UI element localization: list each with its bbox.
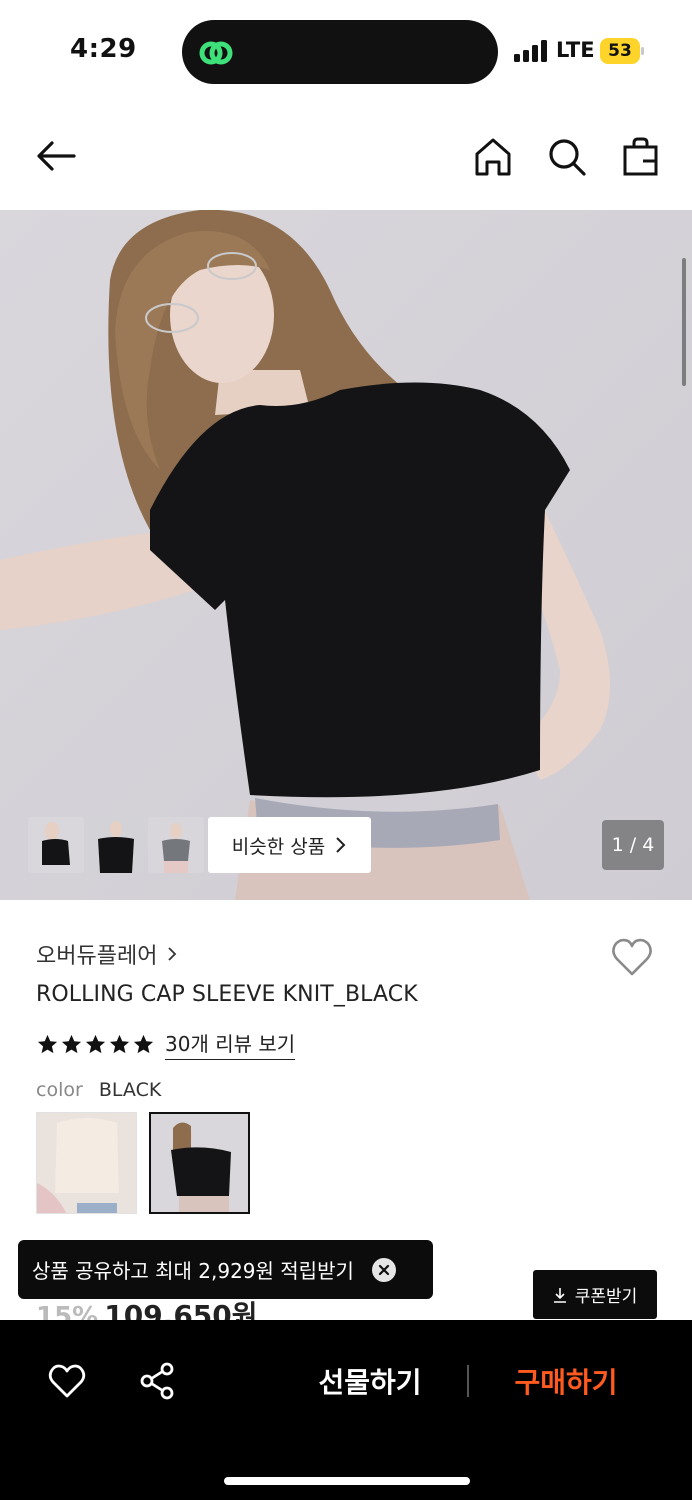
similar-products-button[interactable]: 비슷한 상품 bbox=[208, 817, 371, 873]
star-icon bbox=[61, 1034, 82, 1053]
status-time: 4:29 bbox=[70, 34, 137, 64]
chevron-right-icon bbox=[168, 947, 177, 961]
home-icon[interactable] bbox=[471, 135, 515, 179]
brand-link[interactable]: 오버듀플레어 bbox=[36, 938, 177, 970]
scroll-indicator[interactable] bbox=[682, 258, 686, 386]
thumbnail-2[interactable] bbox=[88, 817, 144, 873]
gift-button[interactable]: 선물하기 bbox=[300, 1350, 440, 1412]
bar-divider bbox=[467, 1365, 469, 1397]
star-icon bbox=[37, 1034, 58, 1053]
close-icon[interactable] bbox=[371, 1257, 396, 1282]
thumbnail-strip bbox=[28, 817, 204, 873]
product-title: ROLLING CAP SLEEVE KNIT_BLACK bbox=[36, 982, 418, 1007]
download-icon bbox=[553, 1287, 566, 1303]
heart-icon[interactable] bbox=[47, 1361, 87, 1401]
shopping-bag-icon[interactable] bbox=[619, 135, 663, 179]
thumbnail-3[interactable] bbox=[148, 817, 204, 873]
review-link[interactable]: 30개 리뷰 보기 bbox=[165, 1028, 296, 1060]
color-label: color bbox=[36, 1079, 83, 1101]
battery-level: 53 bbox=[600, 38, 640, 64]
swatch-black[interactable] bbox=[149, 1112, 250, 1214]
network-label: LTE bbox=[556, 38, 595, 62]
color-row: color BLACK bbox=[36, 1079, 161, 1101]
dynamic-island bbox=[182, 20, 498, 84]
image-pager: 1 / 4 bbox=[602, 820, 664, 870]
battery-icon: 53 bbox=[600, 38, 644, 64]
back-arrow-icon[interactable] bbox=[34, 134, 78, 178]
home-indicator[interactable] bbox=[224, 1477, 470, 1485]
product-photo bbox=[0, 210, 692, 900]
share-reward-toast: 상품 공유하고 최대 2,929원 적립받기 bbox=[18, 1240, 433, 1299]
signal-icon bbox=[514, 40, 547, 62]
toast-message: 상품 공유하고 최대 2,929원 적립받기 bbox=[32, 1259, 354, 1283]
buy-button[interactable]: 구매하기 bbox=[496, 1350, 636, 1412]
search-icon[interactable] bbox=[545, 135, 589, 179]
color-swatches bbox=[36, 1112, 250, 1214]
rating-row: 30개 리뷰 보기 bbox=[36, 1028, 296, 1060]
link-app-icon bbox=[199, 41, 233, 65]
battery-tip bbox=[641, 47, 644, 55]
star-icon bbox=[133, 1034, 154, 1053]
top-nav bbox=[0, 110, 692, 210]
thumbnail-1[interactable] bbox=[28, 817, 84, 873]
status-bar: 4:29 LTE 53 bbox=[0, 0, 692, 100]
swatch-cream[interactable] bbox=[36, 1112, 137, 1214]
chevron-right-icon bbox=[336, 837, 346, 853]
brand-name: 오버듀플레어 bbox=[36, 944, 158, 969]
star-rating bbox=[36, 1033, 155, 1056]
star-icon bbox=[109, 1034, 130, 1053]
color-value: BLACK bbox=[98, 1079, 162, 1101]
share-icon[interactable] bbox=[138, 1361, 178, 1401]
similar-products-label: 비슷한 상품 bbox=[231, 835, 326, 858]
product-hero-image[interactable] bbox=[0, 210, 692, 900]
coupon-label: 쿠폰받기 bbox=[574, 1287, 638, 1307]
heart-icon[interactable] bbox=[609, 934, 655, 980]
star-icon bbox=[85, 1034, 106, 1053]
coupon-download-button[interactable]: 쿠폰받기 bbox=[533, 1270, 657, 1319]
